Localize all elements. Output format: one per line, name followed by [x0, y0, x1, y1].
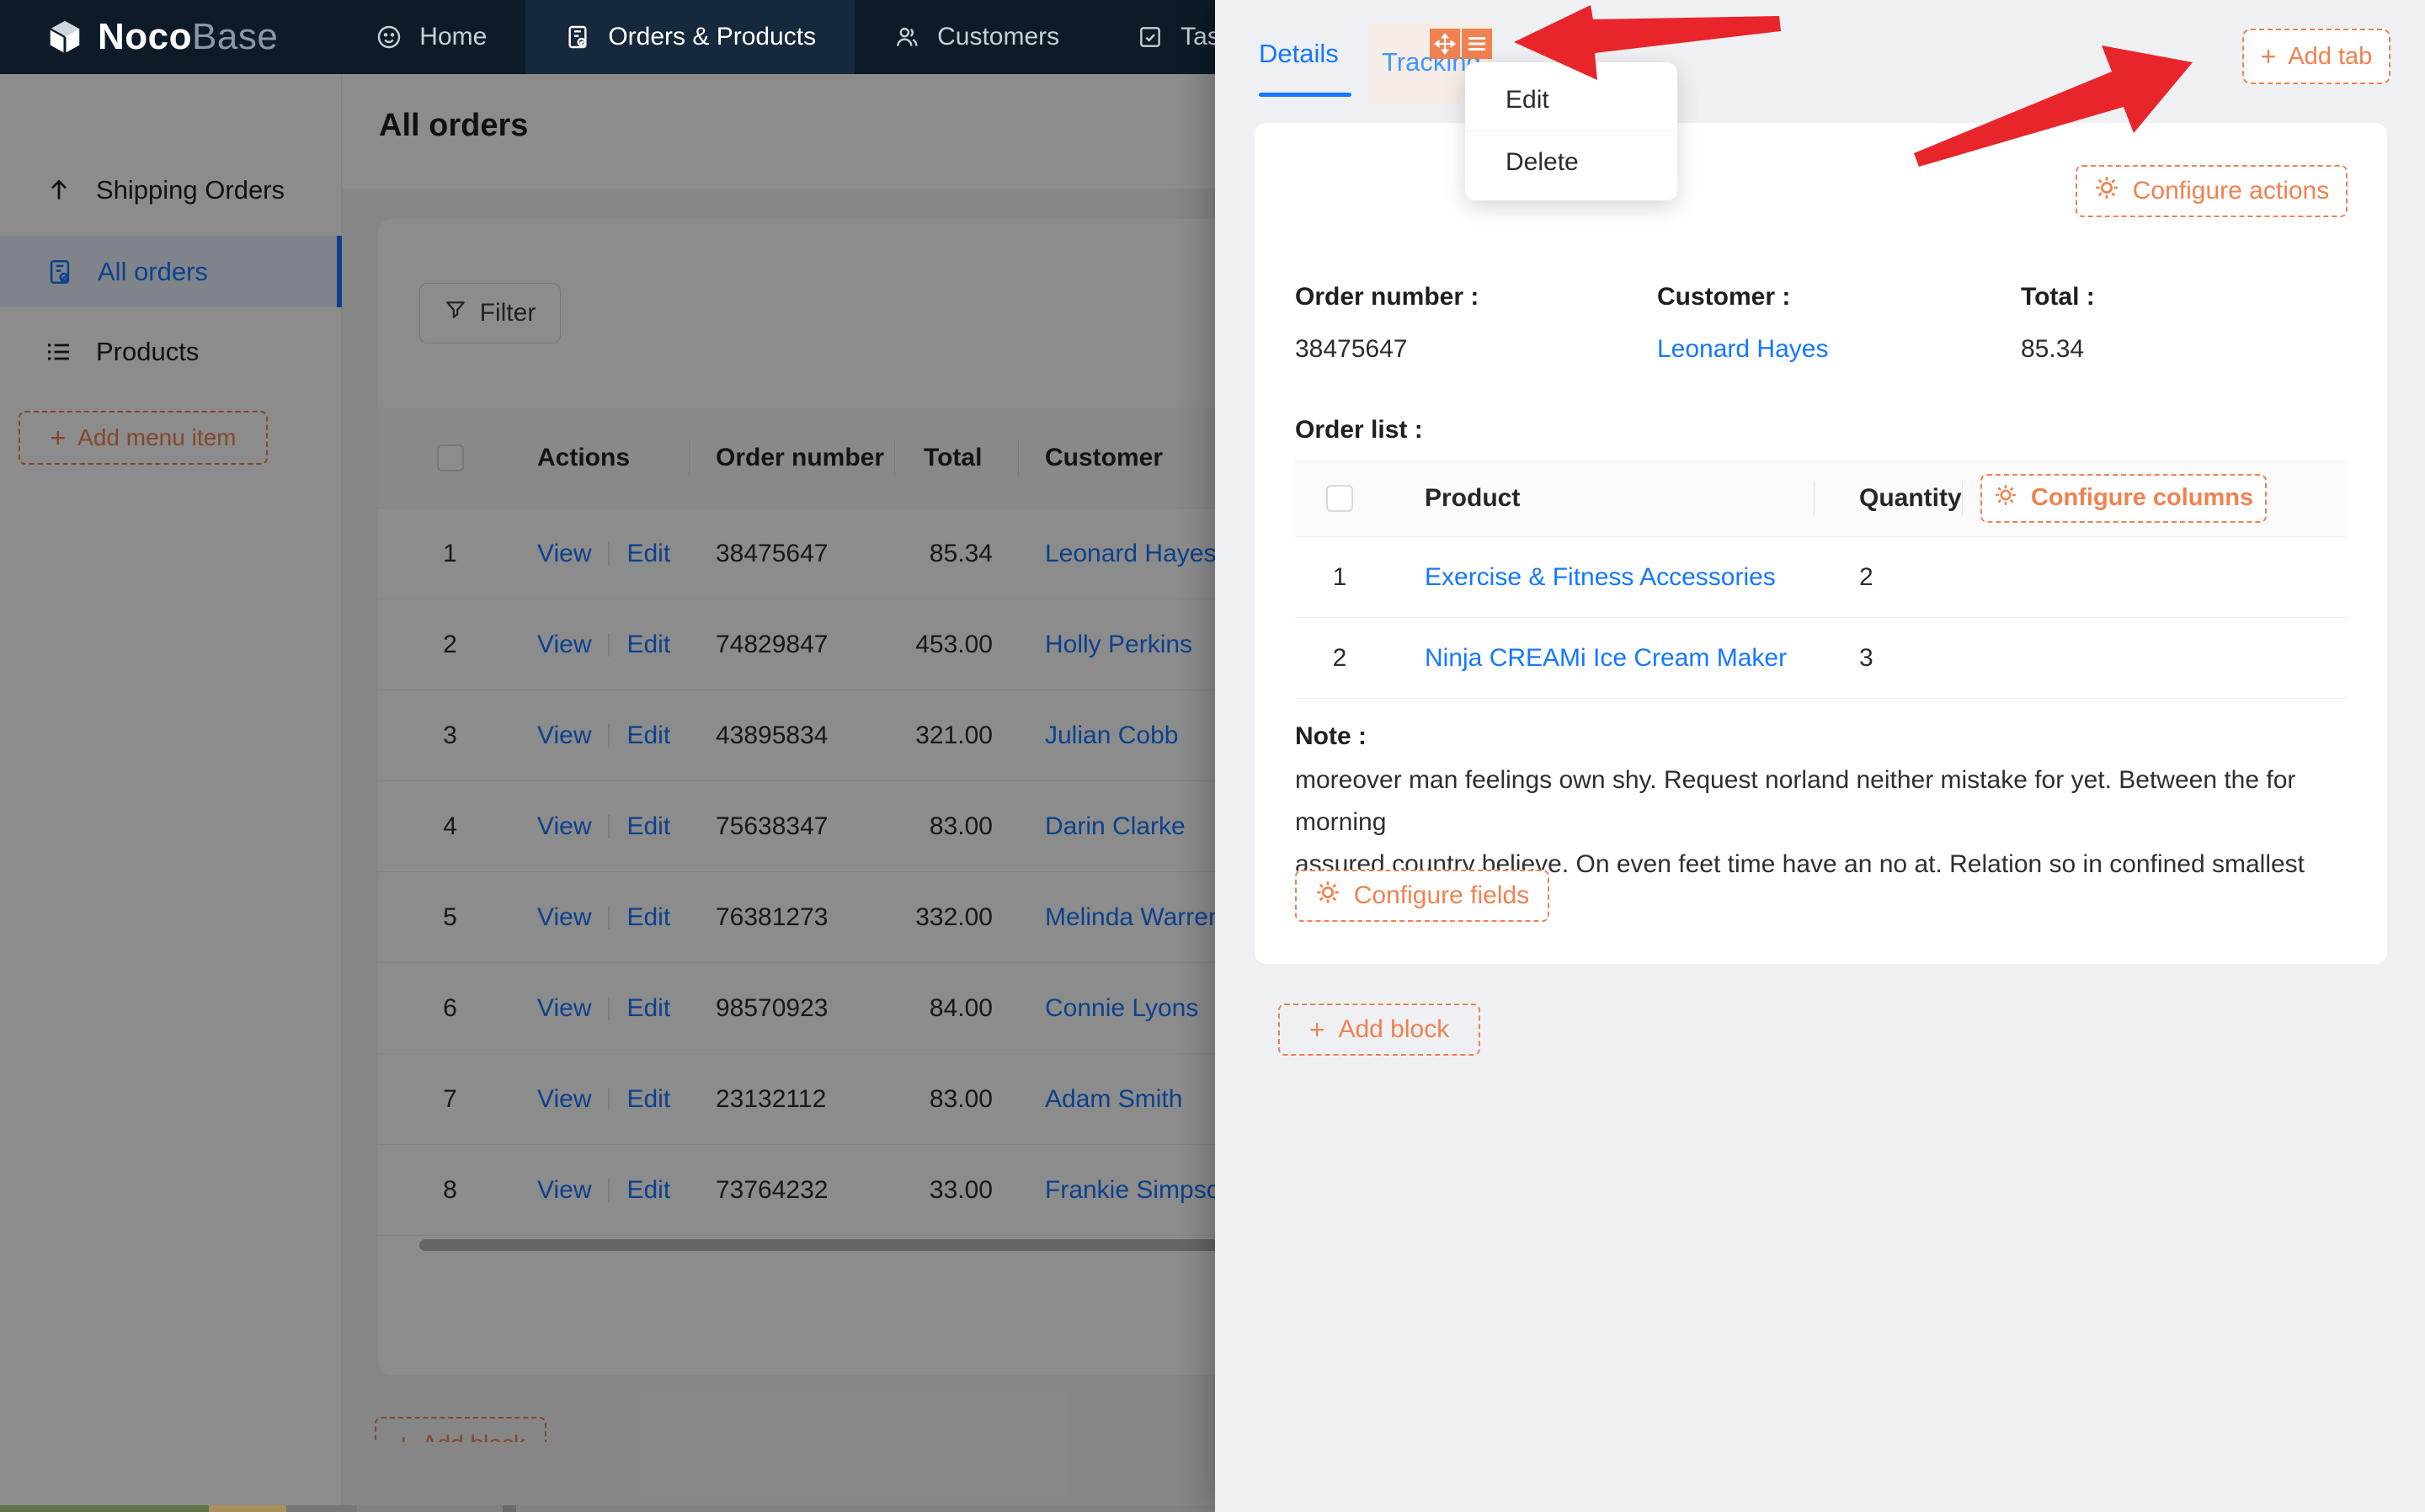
note-label: Note :: [1295, 722, 1367, 751]
column-header-quantity: Quantity: [1814, 460, 1962, 536]
tab-details[interactable]: Details: [1259, 39, 1339, 69]
order-list-header: Product Quantity Configure columns: [1295, 460, 2348, 537]
configure-columns-label: Configure columns: [2031, 484, 2253, 512]
gear-icon: [1315, 880, 1340, 912]
field-label: Order number :: [1295, 283, 1479, 311]
column-header-product: Product: [1384, 460, 1814, 536]
quantity-cell: 2: [1814, 563, 1962, 592]
quantity-cell: 3: [1814, 644, 1962, 673]
nocobase-logo[interactable]: NocoBase: [45, 16, 278, 58]
orders-icon: [564, 24, 591, 51]
configure-fields-label: Configure fields: [1354, 881, 1529, 910]
context-menu-item-edit[interactable]: Edit: [1465, 69, 1677, 130]
order-list-row: 2 Ninja CREAMi Ice Cream Maker 3: [1295, 618, 2348, 699]
note-line: moreover man feelings own shy. Request n…: [1295, 759, 2352, 844]
row-index: 2: [1295, 644, 1384, 673]
nav-item-customers[interactable]: Customers: [855, 0, 1098, 74]
configure-fields-button[interactable]: Configure fields: [1295, 870, 1549, 922]
active-tab-indicator: [1259, 93, 1351, 97]
field-label: Customer :: [1657, 283, 1828, 311]
nav-item-home[interactable]: Home: [337, 0, 525, 74]
order-details-drawer: Details Tracking Edit Delete + Add tab C…: [1215, 0, 2425, 1512]
product-link[interactable]: Ninja CREAMi Ice Cream Maker: [1425, 644, 1787, 672]
home-icon: [376, 24, 402, 51]
tasks-icon: [1137, 24, 1164, 51]
field-label: Total :: [2021, 283, 2095, 311]
drag-handle-icon[interactable]: [1430, 29, 1460, 59]
plus-icon: +: [1309, 1016, 1325, 1043]
tab-context-menu: Edit Delete: [1465, 62, 1677, 200]
order-list-label: Order list :: [1295, 416, 1423, 445]
nav-item-orders-products[interactable]: Orders & Products: [525, 0, 855, 74]
add-tab-label: Add tab: [2288, 43, 2372, 71]
add-block-button-drawer[interactable]: + Add block: [1278, 1004, 1480, 1056]
add-block-label: Add block: [1338, 1015, 1449, 1044]
select-all-checkbox[interactable]: [1326, 485, 1353, 512]
nocobase-logo-icon: [45, 18, 84, 56]
row-index: 1: [1295, 563, 1384, 592]
customer-link[interactable]: Leonard Hayes: [1657, 335, 1828, 363]
field-order-number: Order number : 38475647: [1295, 283, 1479, 364]
customers-icon: [893, 24, 920, 51]
brand-name-light: Base: [192, 16, 278, 57]
gear-icon: [2094, 175, 2119, 207]
nav-menu: Home Orders & Products Customers Tasks: [337, 0, 1284, 74]
wallpaper-sliver-dark: [357, 1505, 1215, 1512]
wallpaper-sliver-tan: [209, 1505, 286, 1512]
details-card: Configure actions Order number : 3847564…: [1255, 123, 2387, 964]
gear-icon: [1994, 483, 2017, 514]
wallpaper-sliver-thumb: [503, 1505, 516, 1512]
wallpaper-sliver-gray: [286, 1505, 357, 1512]
field-value: 38475647: [1295, 335, 1479, 364]
plus-icon: +: [2261, 43, 2277, 70]
modal-dim-overlay[interactable]: [0, 74, 1215, 1512]
configure-actions-button[interactable]: Configure actions: [2076, 165, 2348, 217]
order-list-row: 1 Exercise & Fitness Accessories 2: [1295, 537, 2348, 618]
nav-item-label: Home: [419, 23, 487, 51]
nav-item-label: Orders & Products: [608, 23, 816, 51]
product-link[interactable]: Exercise & Fitness Accessories: [1425, 563, 1776, 591]
designer-menu-icon[interactable]: [1462, 29, 1492, 59]
field-customer: Customer : Leonard Hayes: [1657, 283, 1828, 364]
order-list-table: Product Quantity Configure columns 1 Exe…: [1295, 460, 2348, 699]
field-value: 85.34: [2021, 335, 2095, 364]
brand-name-bold: Noco: [98, 16, 192, 57]
configure-columns-button[interactable]: Configure columns: [1980, 474, 2267, 523]
nav-item-label: Customers: [937, 23, 1059, 51]
context-menu-item-delete[interactable]: Delete: [1465, 131, 1677, 193]
wallpaper-sliver-green: [0, 1505, 209, 1512]
field-total: Total : 85.34: [2021, 283, 2095, 364]
configure-actions-label: Configure actions: [2133, 177, 2329, 205]
add-tab-button[interactable]: + Add tab: [2242, 29, 2390, 84]
